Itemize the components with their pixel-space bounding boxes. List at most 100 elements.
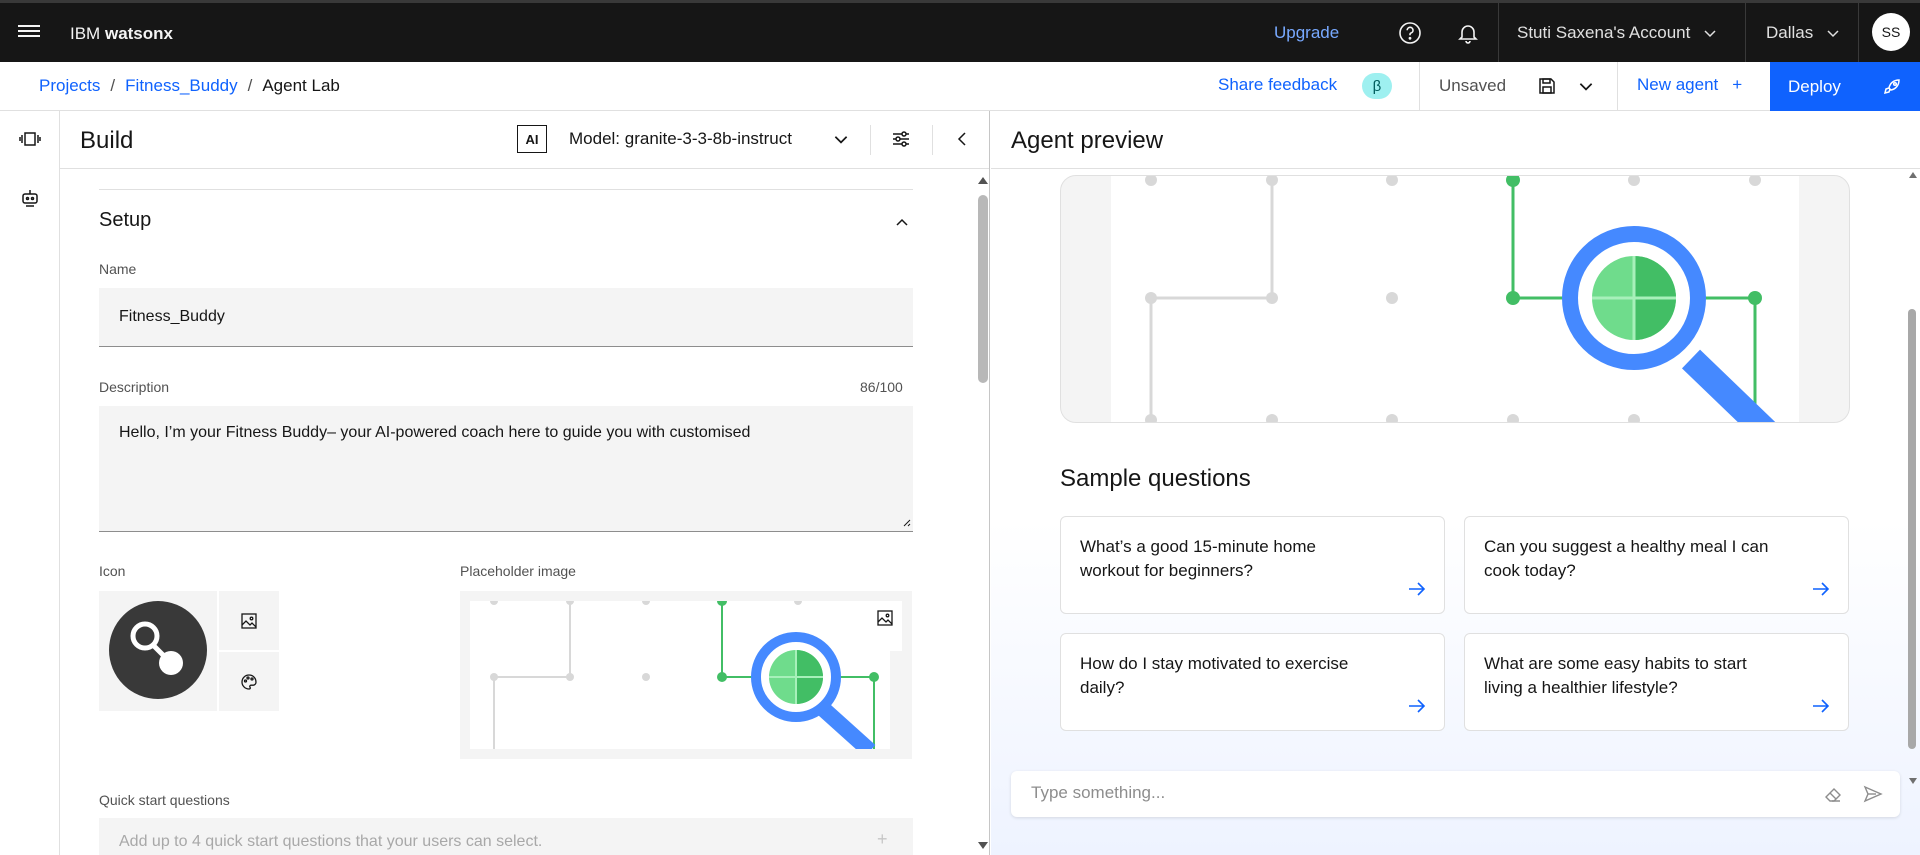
preview-scrollbar[interactable] [1904,169,1920,797]
scroll-down-icon[interactable] [977,841,989,851]
agent-robot-icon[interactable] [18,185,42,209]
scrollbar-thumb[interactable] [978,195,988,383]
quick-start-label: Quick start questions [99,792,230,808]
description-char-counter: 86/100 [860,379,903,395]
chevron-down-icon[interactable] [832,130,850,148]
sample-question-card[interactable]: Can you suggest a healthy meal I can coo… [1464,516,1849,614]
product-name[interactable]: IBM watsonx [70,24,173,44]
hero-illustration-graphic [1145,176,1776,422]
edit-placeholder-image-button[interactable] [867,601,903,635]
arrow-right-icon [1409,699,1426,713]
add-question-icon[interactable]: + [877,829,888,850]
header-divider [1498,3,1499,62]
name-field[interactable]: Fitness_Buddy [99,288,913,347]
description-label: Description [99,379,170,395]
agent-preview-panel: Agent preview Sample questions What’s a … [991,111,1920,855]
toolbar-divider [1419,62,1420,111]
rocket-icon [1883,78,1900,94]
save-options-chevron-icon[interactable] [1577,77,1595,95]
chevron-left-icon[interactable] [952,129,972,149]
send-icon[interactable] [1863,784,1883,804]
upload-image-button[interactable] [219,591,279,650]
arrow-right-icon [1813,582,1830,596]
header-divider [932,125,933,155]
new-agent-button[interactable]: New agent + [1637,75,1742,95]
placeholder-image-box [460,591,912,759]
choose-color-button[interactable] [219,652,279,711]
header-divider [1745,3,1746,62]
region-switcher[interactable]: Dallas [1766,23,1841,43]
deploy-button[interactable]: Deploy [1770,62,1920,111]
description-textarea[interactable]: Hello, I’m your Fitness Buddy– your AI-p… [99,406,913,532]
sample-questions-title: Sample questions [1060,465,1251,492]
beta-badge: β [1362,73,1392,99]
resize-handle-icon[interactable] [901,517,911,527]
hero-illustration [1111,176,1799,422]
build-form: Setup Name Fitness_Buddy Description 86/… [60,169,989,855]
chevron-up-icon[interactable] [892,212,912,232]
name-label: Name [99,261,137,277]
image-icon [877,610,893,626]
upgrade-link[interactable]: Upgrade [1274,23,1339,43]
header-divider [1858,3,1859,62]
icon-label: Icon [99,563,126,579]
placeholder-illustration [490,601,902,749]
build-title: Build [80,127,134,154]
brand-product: watsonx [104,24,173,43]
account-name: Stuti Saxena's Account [1517,23,1691,42]
scrollbar-thumb[interactable] [1908,309,1916,749]
agent-avatar [109,601,207,699]
divider [99,189,913,190]
agent-icon-preview [99,591,217,711]
save-icon[interactable] [1537,76,1557,96]
build-header: Build AI Model: granite-3-3-8b-instruct [60,111,989,169]
sample-question-text: What’s a good 15-minute home workout for… [1080,537,1316,580]
breadcrumb-current: Agent Lab [262,76,340,95]
breadcrumb: Projects / Fitness_Buddy / Agent Lab [39,76,340,96]
model-selector[interactable]: Model: granite-3-3-8b-instruct [569,129,792,149]
palette-icon [241,673,257,690]
arrow-right-icon [1409,582,1426,596]
sample-question-card[interactable]: How do I stay motivated to exercise dail… [1060,633,1445,731]
scroll-up-icon[interactable] [977,175,989,185]
toolbar-divider [1617,62,1618,111]
arrow-right-icon [1813,699,1830,713]
build-panel: Build AI Model: granite-3-3-8b-instruct … [60,111,990,855]
sample-question-card[interactable]: What are some easy habits to start livin… [1464,633,1849,731]
account-switcher[interactable]: Stuti Saxena's Account [1517,23,1718,43]
brand-prefix: IBM [70,24,101,43]
carousel-icon[interactable] [18,127,42,151]
preview-title: Agent preview [1011,127,1164,154]
chat-input[interactable] [1031,783,1791,803]
notification-icon[interactable] [1456,21,1480,45]
scroll-down-icon[interactable] [1908,777,1918,785]
user-avatar[interactable]: SS [1872,13,1910,51]
ai-label-badge: AI [517,125,547,153]
hamburger-menu-icon[interactable] [18,22,40,40]
chevron-down-icon [1827,30,1839,38]
eraser-icon[interactable] [1823,784,1843,804]
help-icon[interactable] [1398,21,1422,45]
preview-header: Agent preview [991,111,1920,169]
scroll-up-icon[interactable] [1908,171,1918,179]
save-status: Unsaved [1439,76,1507,95]
breadcrumb-separator: / [247,76,253,95]
quick-start-input[interactable]: Add up to 4 quick start questions that y… [99,818,913,855]
build-scrollbar[interactable] [974,169,989,855]
placeholder-image-label: Placeholder image [460,563,576,579]
tune-settings-icon[interactable] [890,128,912,150]
breadcrumb-separator: / [110,76,116,95]
header-divider [870,125,871,155]
breadcrumb-project[interactable]: Fitness_Buddy [125,76,237,96]
sample-question-card[interactable]: What’s a good 15-minute home workout for… [1060,516,1445,614]
global-header: IBM watsonx Upgrade Stuti Saxena's Accou… [0,0,1920,62]
page-toolbar: Projects / Fitness_Buddy / Agent Lab Sha… [0,62,1920,111]
deploy-label: Deploy [1788,76,1841,96]
sample-question-text: Can you suggest a healthy meal I can coo… [1484,537,1769,580]
preview-hero-image [1060,175,1850,423]
plus-icon: + [1732,75,1743,94]
setup-section-title[interactable]: Setup [99,209,151,232]
breadcrumb-projects[interactable]: Projects [39,76,100,96]
share-feedback-link[interactable]: Share feedback [1218,75,1337,95]
left-rail [0,111,60,855]
